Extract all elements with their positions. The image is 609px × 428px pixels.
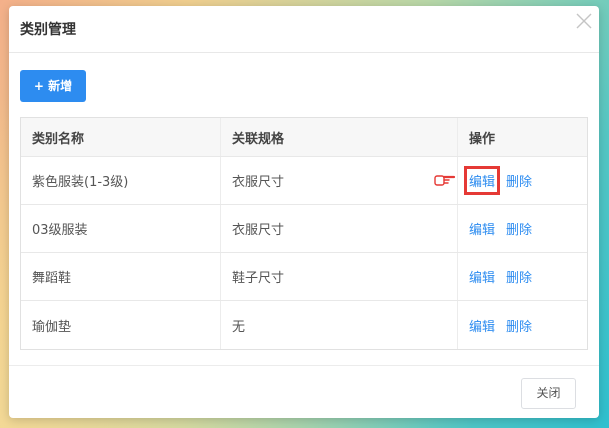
row-linked-spec: 鞋子尺寸: [221, 253, 458, 300]
close-button[interactable]: 关闭: [521, 378, 576, 409]
delete-link[interactable]: 删除: [506, 219, 532, 238]
dialog-header: 类别管理: [9, 6, 599, 53]
row-operations: 编辑 删除: [458, 301, 587, 349]
dialog-footer: 关闭: [9, 365, 599, 418]
table-row: 瑜伽垫 无 编辑 删除: [21, 301, 587, 349]
category-management-dialog: 类别管理 + 新增 类别名称 关联规格 操作 紫色服装(1-3级) 衣服尺寸 编…: [9, 6, 599, 418]
dialog-title: 类别管理: [20, 22, 76, 38]
header-category-name: 类别名称: [21, 118, 221, 156]
row-operations: 编辑 删除: [458, 205, 587, 252]
row-operations: 编辑 删除: [458, 253, 587, 300]
delete-link[interactable]: 删除: [506, 267, 532, 286]
close-icon[interactable]: [575, 12, 593, 30]
row-category-name: 紫色服装(1-3级): [21, 157, 221, 204]
table-row: 紫色服装(1-3级) 衣服尺寸 编辑 删除: [21, 157, 587, 205]
edit-link[interactable]: 编辑: [463, 166, 501, 195]
edit-link[interactable]: 编辑: [469, 316, 495, 335]
edit-link[interactable]: 编辑: [469, 219, 495, 238]
delete-link[interactable]: 删除: [506, 316, 532, 335]
delete-link[interactable]: 删除: [506, 171, 532, 190]
row-category-name: 03级服装: [21, 205, 221, 252]
table-header-row: 类别名称 关联规格 操作: [21, 118, 587, 157]
pointing-hand-icon: [434, 173, 456, 187]
row-linked-spec: 衣服尺寸: [221, 205, 458, 252]
table-row: 舞蹈鞋 鞋子尺寸 编辑 删除: [21, 253, 587, 301]
row-linked-spec: 无: [221, 301, 458, 349]
add-category-button[interactable]: + 新增: [20, 70, 86, 102]
edit-link[interactable]: 编辑: [469, 267, 495, 286]
header-linked-spec: 关联规格: [221, 118, 458, 156]
row-operations: 编辑 删除: [434, 157, 587, 204]
row-linked-spec: 衣服尺寸: [221, 157, 458, 204]
category-table: 类别名称 关联规格 操作 紫色服装(1-3级) 衣服尺寸 编辑 删除 03级服装…: [20, 117, 588, 350]
row-category-name: 舞蹈鞋: [21, 253, 221, 300]
table-row: 03级服装 衣服尺寸 编辑 删除: [21, 205, 587, 253]
row-category-name: 瑜伽垫: [21, 301, 221, 349]
header-operations: 操作: [469, 131, 496, 147]
